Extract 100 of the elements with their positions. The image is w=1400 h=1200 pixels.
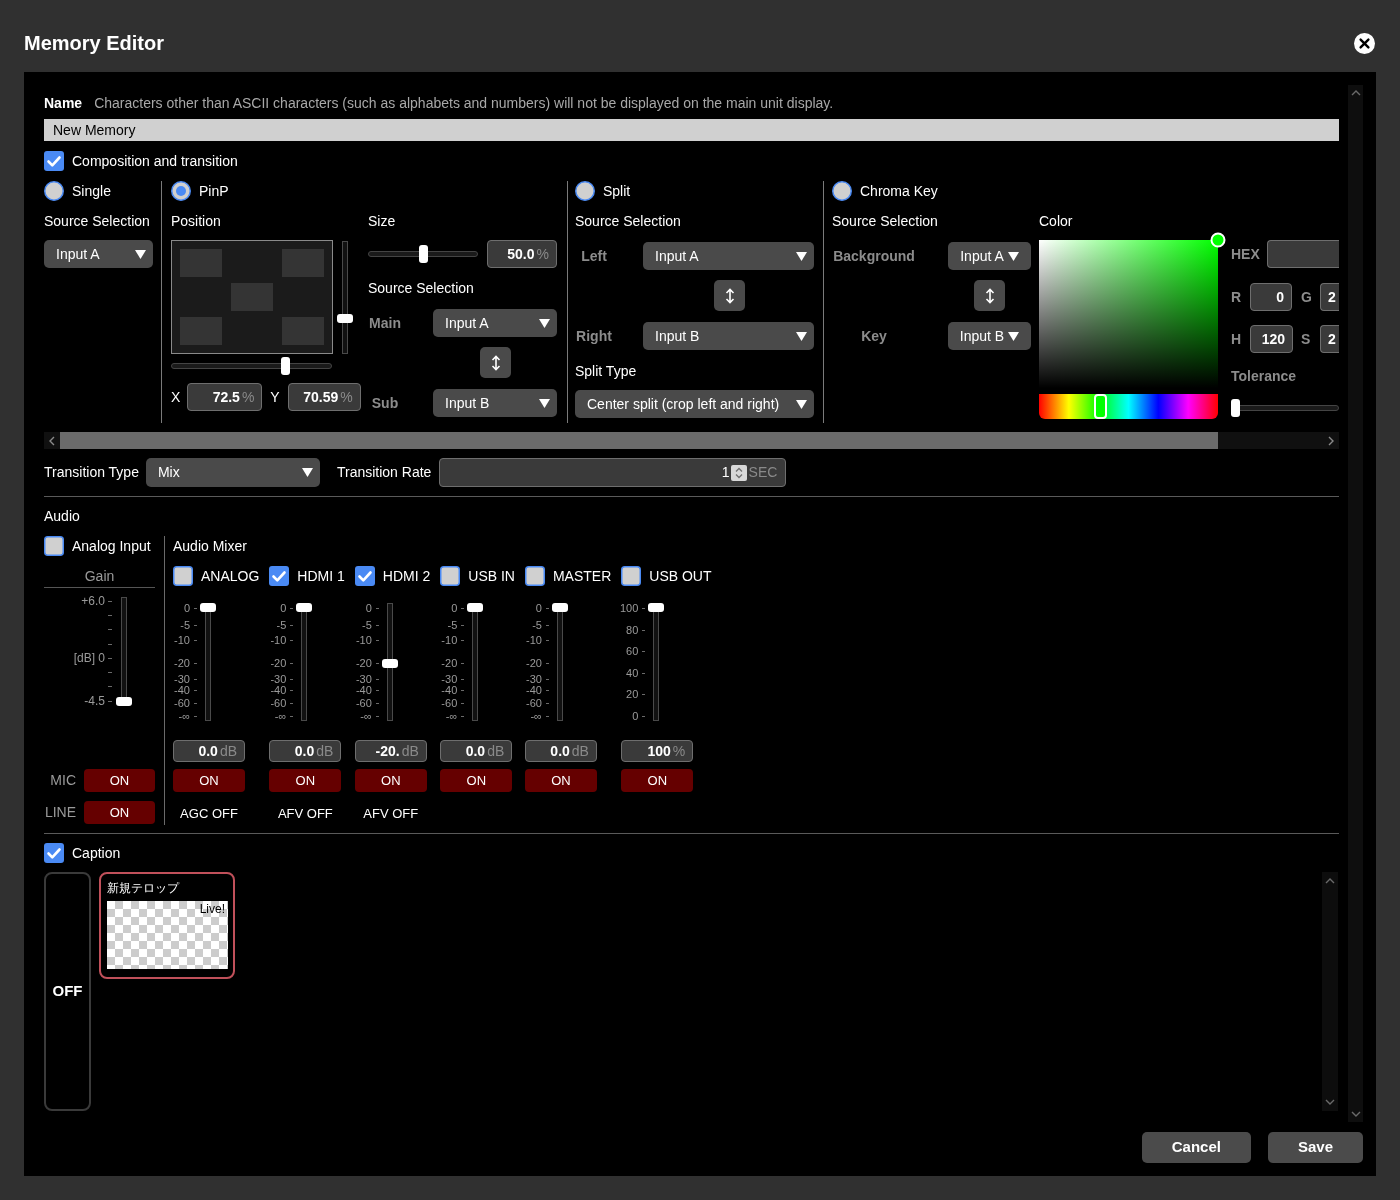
scale-label: [dB] 0 <box>73 651 105 664</box>
slider[interactable] <box>200 603 216 721</box>
checkbox-label: Analog Input <box>72 536 151 556</box>
number-field[interactable]: 72.5% <box>187 383 263 411</box>
toggle-button[interactable]: ON <box>621 769 694 792</box>
number-field[interactable]: 50.0% <box>487 240 557 268</box>
dropdown[interactable]: Input B <box>433 389 557 417</box>
caption-off-button[interactable]: OFF <box>44 872 91 1111</box>
number-field[interactable]: 100% <box>621 740 694 762</box>
number-field[interactable]: 0 <box>1250 283 1292 311</box>
number-field[interactable]: 0.0 dB <box>269 740 342 762</box>
toggle-button[interactable]: ON <box>173 769 245 792</box>
slider-thumb[interactable] <box>200 603 216 612</box>
slider-thumb[interactable] <box>551 603 568 612</box>
text-field[interactable] <box>1267 240 1339 268</box>
number-field[interactable]: 0.0dB <box>524 740 597 762</box>
number-field[interactable]: 1 SEC <box>439 458 787 487</box>
slider-thumb[interactable] <box>337 313 353 323</box>
checkbox[interactable] <box>269 566 290 586</box>
checkbox[interactable] <box>524 566 545 586</box>
dropdown[interactable]: Center split (crop left and right) <box>575 390 814 418</box>
radio-button[interactable] <box>575 181 595 201</box>
spinner-icon[interactable] <box>730 464 747 481</box>
slider-thumb[interactable] <box>381 658 398 668</box>
radio-button[interactable] <box>832 181 852 201</box>
checkbox[interactable] <box>44 843 64 863</box>
scale-label: -10 <box>174 634 190 646</box>
scale-label: -∞ <box>360 710 372 722</box>
toggle-button[interactable]: ON <box>440 769 513 792</box>
slider-thumb[interactable] <box>648 603 665 612</box>
text-field[interactable]: New Memory <box>44 119 1339 141</box>
caret-icon <box>539 398 550 408</box>
slider[interactable] <box>648 603 665 721</box>
checkbox[interactable] <box>44 536 64 556</box>
slider[interactable] <box>171 357 332 375</box>
dropdown[interactable]: Input A <box>948 242 1031 270</box>
hue-slider[interactable] <box>1039 394 1218 419</box>
checkbox[interactable] <box>621 566 642 586</box>
dropdown[interactable]: Input B <box>948 322 1031 350</box>
scale-label: -30 <box>526 673 542 685</box>
dropdown[interactable]: Input A <box>433 309 557 337</box>
slider-thumb[interactable] <box>281 357 291 375</box>
radio-button[interactable] <box>171 181 191 201</box>
chevron-up-icon[interactable] <box>1325 878 1335 884</box>
caption-card[interactable]: 新規テロップ Live! <box>99 872 235 979</box>
number-field[interactable]: 120 <box>1250 325 1293 353</box>
vertical-scrollbar[interactable] <box>1322 872 1338 1111</box>
slider-thumb[interactable] <box>1231 399 1240 417</box>
radio-button[interactable] <box>44 181 64 201</box>
toggle-button[interactable]: ON <box>269 769 342 792</box>
scale-label: -40 <box>270 684 287 696</box>
field-label: Tolerance <box>1231 367 1298 386</box>
swap-button[interactable] <box>480 347 511 378</box>
number-field[interactable]: 2 <box>1320 325 1339 353</box>
color-picker-marker[interactable] <box>1210 232 1226 248</box>
slider[interactable] <box>337 241 353 354</box>
close-icon[interactable] <box>1354 32 1375 54</box>
slider-thumb[interactable] <box>296 603 313 612</box>
save-button[interactable]: Save <box>1267 1132 1363 1163</box>
toggle-button[interactable]: ON <box>84 801 155 824</box>
slider[interactable] <box>381 603 398 721</box>
slider[interactable] <box>467 603 484 721</box>
chevron-up-icon[interactable] <box>1350 90 1361 96</box>
slider[interactable] <box>1231 399 1339 417</box>
slider-thumb[interactable] <box>418 245 428 263</box>
checkbox[interactable] <box>44 151 64 171</box>
toggle-button[interactable]: ON <box>84 769 155 792</box>
slider-thumb[interactable] <box>467 603 484 612</box>
chevron-down-icon[interactable] <box>1325 1099 1335 1105</box>
slider[interactable] <box>296 603 313 721</box>
swap-button[interactable] <box>714 280 745 311</box>
slider-thumb[interactable] <box>116 697 132 706</box>
slider[interactable] <box>551 603 568 721</box>
color-field[interactable] <box>1039 240 1218 388</box>
number-field[interactable]: -20.dB <box>354 740 427 762</box>
chevron-down-icon[interactable] <box>1350 1111 1361 1117</box>
hue-slider-thumb[interactable] <box>1094 394 1108 419</box>
toggle-button[interactable]: ON <box>354 769 427 792</box>
caret-icon <box>301 468 313 477</box>
dropdown[interactable]: Mix <box>145 458 320 487</box>
number-field[interactable]: 0.0 dB <box>440 740 513 762</box>
chevron-right-icon[interactable] <box>1328 435 1334 446</box>
scale-label: 0 <box>280 602 287 614</box>
dropdown[interactable]: Input B <box>643 322 814 350</box>
checkbox[interactable] <box>173 566 193 586</box>
checkbox[interactable] <box>440 566 461 586</box>
slider[interactable] <box>116 597 132 706</box>
slider[interactable] <box>368 245 478 263</box>
vertical-scrollbar[interactable] <box>1348 85 1363 1122</box>
toggle-button[interactable]: ON <box>524 769 597 792</box>
number-field[interactable]: 70.59% <box>287 383 361 411</box>
chevron-left-icon[interactable] <box>49 435 55 446</box>
cancel-button[interactable]: Cancel <box>1141 1132 1251 1163</box>
number-field[interactable]: 2 <box>1320 283 1339 311</box>
swap-button[interactable] <box>974 280 1005 311</box>
number-field[interactable]: 0.0dB <box>173 740 245 762</box>
dropdown[interactable]: Input A <box>643 242 814 270</box>
checkbox[interactable] <box>354 566 375 586</box>
dropdown[interactable]: Input A <box>44 240 153 268</box>
scale-label: -10 <box>526 634 542 646</box>
